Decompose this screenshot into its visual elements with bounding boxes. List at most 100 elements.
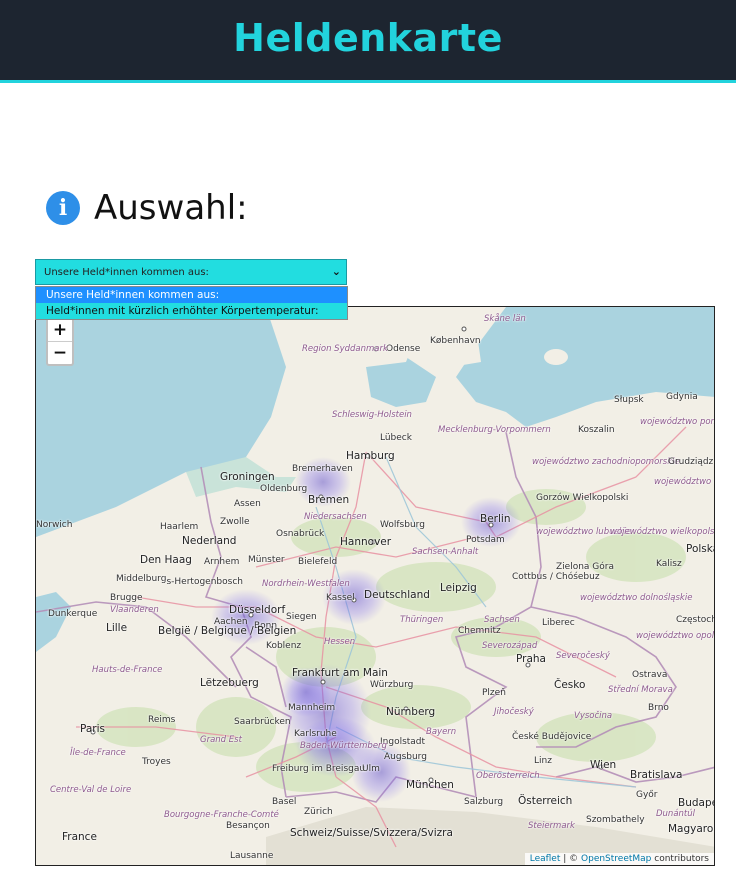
map-label-szombathely: Szombathely bbox=[586, 815, 645, 825]
map-label-grandest: Grand Est bbox=[200, 735, 242, 745]
map-label-osnabrueck: Osnabrück bbox=[276, 529, 325, 539]
map-label-koblenz: Koblenz bbox=[266, 641, 302, 651]
map-label-hertogenbosch: 's-Hertogenbosch bbox=[164, 577, 243, 587]
map-label-lausanne: Lausanne bbox=[230, 851, 274, 861]
map-label-syddanmark: Region Syddanmark bbox=[302, 344, 388, 354]
map-label-ulm: Ulm bbox=[362, 764, 380, 774]
map-label-bourgogne: Bourgogne-Franche-Comté bbox=[164, 810, 279, 820]
map-label-zwolle: Zwolle bbox=[220, 517, 250, 527]
section-title: Auswahl: bbox=[94, 188, 248, 228]
leaflet-link[interactable]: Leaflet bbox=[530, 854, 561, 864]
map-label-severocesky: Severočeský bbox=[556, 651, 610, 661]
zoom-out-button[interactable]: − bbox=[48, 341, 72, 364]
map-label-vysocina: Vysočina bbox=[574, 711, 613, 721]
map-label-sachsenanhalt: Sachsen-Anhalt bbox=[412, 547, 479, 557]
select-option-temperature[interactable]: Held*innen mit kürzlich erhöhter Körpert… bbox=[36, 303, 347, 319]
zoom-in-button[interactable]: + bbox=[48, 319, 72, 341]
map-label-bayern: Bayern bbox=[426, 727, 457, 737]
map-label-koebenhavn: København bbox=[430, 336, 481, 346]
map-label-liberec: Liberec bbox=[542, 618, 575, 628]
map-label-schweiz: Schweiz/Suisse/Svizzera/Svizra bbox=[290, 827, 453, 839]
map-label-ostrava: Ostrava bbox=[632, 670, 668, 680]
map-tiles bbox=[36, 307, 714, 865]
map-label-frankfurt: Frankfurt am Main bbox=[292, 667, 388, 679]
map-label-muenster: Münster bbox=[248, 555, 285, 565]
map-label-plzen: Plzeň bbox=[482, 688, 506, 698]
map-label-kalisz: Kalisz bbox=[656, 559, 682, 569]
map-label-jihocesky: Jihočeský bbox=[494, 707, 534, 717]
zoom-control: + − bbox=[46, 317, 74, 366]
osm-link[interactable]: OpenStreetMap bbox=[581, 854, 651, 864]
map-label-middelburg: Middelburg bbox=[116, 574, 167, 584]
map-label-vlaanderen: Vlaanderen bbox=[110, 605, 159, 615]
map-label-kujawsko: województwo kujawsko-pomorskie bbox=[654, 477, 714, 487]
map-label-dolnoslaskie: województwo dolnośląskie bbox=[580, 593, 693, 603]
map-label-karlsruhe: Karlsruhe bbox=[294, 729, 337, 739]
map-label-kassel: Kassel bbox=[326, 593, 355, 603]
map-label-deutschland: Deutschland bbox=[364, 589, 430, 601]
map-label-steiermark: Steiermark bbox=[528, 821, 575, 831]
map-label-dunantul: Dunántúl bbox=[656, 809, 695, 819]
select-value: Unsere Held*innen kommen aus: bbox=[44, 266, 209, 278]
map-label-basel: Basel bbox=[272, 797, 297, 807]
map-label-saarbruecken: Saarbrücken bbox=[234, 717, 291, 727]
map-label-gdynia: Gdynia bbox=[666, 392, 698, 402]
select-option-origin[interactable]: Unsere Held*innen kommen aus: bbox=[36, 287, 347, 303]
map-label-paris: Paris bbox=[80, 723, 105, 735]
map-label-odense: Odense bbox=[386, 344, 421, 354]
map-label-leipzig: Leipzig bbox=[440, 582, 477, 594]
map-label-potsdam: Potsdam bbox=[466, 535, 505, 545]
map-label-pomorskie: województwo pomorskie bbox=[640, 417, 714, 427]
map-label-sh: Schleswig-Holstein bbox=[332, 410, 412, 420]
map-label-reims: Reims bbox=[148, 715, 176, 725]
map-label-mv: Mecklenburg-Vorpommern bbox=[438, 425, 551, 435]
map-label-oberoesterreich: Oberösterreich bbox=[476, 771, 540, 781]
map-label-skane: Skåne län bbox=[484, 314, 526, 324]
app-header: Heldenkarte bbox=[0, 0, 736, 83]
map-label-wuerzburg: Würzburg bbox=[370, 680, 414, 690]
category-select[interactable]: Unsere Held*innen kommen aus: ⌄ bbox=[35, 259, 347, 285]
map-label-salzburg: Salzburg bbox=[464, 797, 504, 807]
map-label-sachsen: Sachsen bbox=[484, 615, 520, 625]
map-label-chemnitz: Chemnitz bbox=[458, 626, 501, 636]
map-label-freiburg: Freiburg im Breisgau bbox=[272, 764, 366, 774]
attribution-tail: contributors bbox=[651, 854, 709, 864]
map-label-nuernberg: Nürnberg bbox=[386, 706, 436, 718]
map-label-groningen: Groningen bbox=[220, 471, 275, 483]
map-label-opolskie: województwo opolskie bbox=[636, 631, 715, 641]
map-label-nederland: Nederland bbox=[182, 535, 237, 547]
map-label-letzebuerg: Lëtzebuerg bbox=[200, 677, 259, 689]
map-label-denhaag: Den Haag bbox=[140, 554, 192, 566]
info-icon: i bbox=[46, 191, 80, 225]
select-dropdown: Unsere Held*innen kommen aus: Held*innen… bbox=[35, 286, 348, 320]
map-label-siegen: Siegen bbox=[286, 612, 317, 622]
map-label-brno: Brno bbox=[648, 703, 669, 713]
selection-heading: i Auswahl: bbox=[46, 186, 248, 230]
map-label-haarlem: Haarlem bbox=[160, 522, 199, 532]
map-label-augsburg: Augsburg bbox=[384, 752, 427, 762]
map-label-zielona: Zielona Góra bbox=[556, 562, 614, 572]
map-label-polska: Polska bbox=[686, 543, 714, 555]
map-label-praha: Praha bbox=[516, 653, 546, 665]
map-label-luebeck: Lübeck bbox=[380, 433, 412, 443]
map-label-bratislava: Bratislava bbox=[630, 769, 683, 781]
map-label-lille: Lille bbox=[106, 622, 128, 634]
attribution-separator: | © bbox=[560, 854, 582, 864]
map-label-centrevaldeloire: Centre-Val de Loire bbox=[50, 785, 132, 795]
map-label-wolfsburg: Wolfsburg bbox=[380, 520, 425, 530]
map-label-hamburg: Hamburg bbox=[346, 450, 395, 462]
map-label-arnhem: Arnhem bbox=[204, 557, 240, 567]
map-label-wien: Wien bbox=[590, 759, 617, 771]
map-label-magyarorszag: Magyarország bbox=[668, 823, 714, 835]
map-label-thueringen: Thüringen bbox=[400, 615, 444, 625]
map-label-hannover: Hannover bbox=[340, 536, 392, 548]
map-container[interactable]: + − København Odense Skåne län Region Sy… bbox=[35, 306, 715, 866]
map-label-duesseldorf: Düsseldorf bbox=[229, 604, 286, 616]
map-label-zuerich: Zürich bbox=[304, 807, 333, 817]
chevron-down-icon: ⌄ bbox=[331, 265, 341, 278]
map-label-besancon: Besançon bbox=[226, 821, 270, 831]
map-label-bielefeld: Bielefeld bbox=[298, 557, 338, 567]
map-label-berlin: Berlin bbox=[480, 513, 511, 525]
map-label-brugge: Brugge bbox=[110, 593, 143, 603]
map-label-oesterreich: Österreich bbox=[518, 795, 573, 807]
